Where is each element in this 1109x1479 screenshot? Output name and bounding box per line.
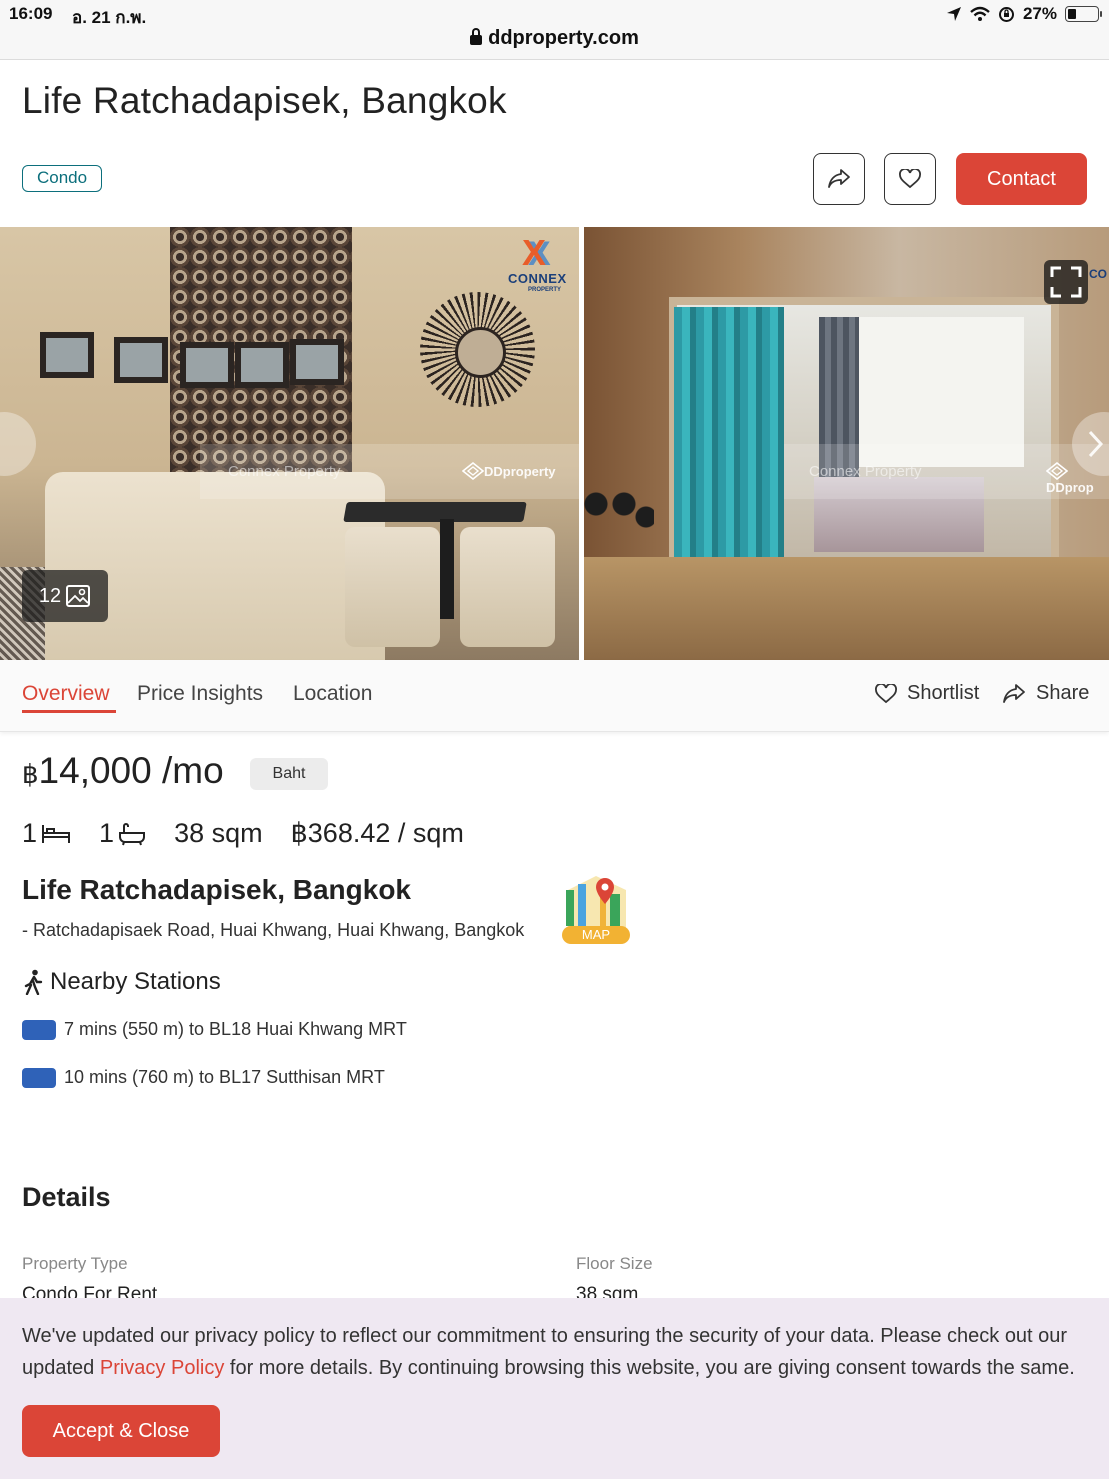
listing-title: Life Ratchadapisek, Bangkok <box>22 874 412 905</box>
ddproperty-logo-icon <box>1045 461 1069 481</box>
contact-button[interactable]: Contact <box>956 153 1087 205</box>
watermark-text: Connex Property <box>809 463 922 480</box>
share-icon <box>1003 683 1025 703</box>
accept-close-button[interactable]: Accept & Close <box>22 1405 220 1457</box>
photo-gallery[interactable]: X X CONNEX PROPERTY Connex Property DDpr… <box>0 227 1109 660</box>
bath-icon <box>119 822 146 845</box>
wall-mirror <box>180 342 234 388</box>
share-tab-button[interactable]: Share <box>1002 682 1089 705</box>
watermark-text: Connex Property <box>228 463 341 480</box>
active-tab-indicator <box>22 710 116 713</box>
property-type-tag: Condo <box>22 165 103 192</box>
page-title: Life Ratchadapisek, Bangkok <box>22 80 507 121</box>
heart-icon <box>875 683 897 703</box>
wall-mirror <box>114 337 168 383</box>
rotation-lock-icon <box>998 6 1014 22</box>
currency-symbol: ฿ <box>22 759 39 789</box>
privacy-banner: We've updated our privacy policy to refl… <box>0 1298 1109 1479</box>
tab-overview[interactable]: Overview <box>22 682 110 706</box>
shortlist-button[interactable]: Shortlist <box>875 682 979 705</box>
bed-icon <box>42 824 71 843</box>
share-label: Share <box>1036 682 1090 704</box>
price-value: 14,000 /mo <box>38 750 224 791</box>
ddproperty-logo-icon <box>461 461 485 481</box>
nearby-stations-title: Nearby Stations <box>22 968 221 996</box>
wall-mirror <box>290 339 344 385</box>
mrt-line-badge <box>22 1067 56 1088</box>
prev-photo-arrow[interactable] <box>0 412 36 476</box>
details-title: Details <box>22 1182 111 1212</box>
wine-glasses <box>584 492 654 552</box>
privacy-text: We've updated our privacy policy to refl… <box>22 1325 1075 1379</box>
dining-table <box>343 502 527 522</box>
floor-area: 38 sqm <box>174 818 263 848</box>
share-button[interactable] <box>813 153 865 205</box>
wall-mirror <box>40 332 94 378</box>
sofa <box>45 472 385 660</box>
table-leg <box>440 519 454 619</box>
listing-address: - Ratchadapisaek Road, Huai Khwang, Huai… <box>22 920 525 940</box>
walking-icon <box>24 969 43 995</box>
fullscreen-button[interactable] <box>1044 260 1088 304</box>
favorite-button[interactable] <box>884 153 936 205</box>
listing-price: ฿14,000 /mo <box>22 750 224 792</box>
tab-price-insights[interactable]: Price Insights <box>137 682 263 706</box>
shortlist-label: Shortlist <box>907 682 980 704</box>
photo-bedroom-view[interactable]: Connex Property DDprop CO <box>584 227 1109 660</box>
station-item: 7 mins (550 m) to BL18 Huai Khwang MRT <box>22 1019 407 1040</box>
battery-level <box>1068 9 1076 19</box>
bedroom-count: 1 <box>22 818 71 849</box>
station-item: 10 mins (760 m) to BL17 Sutthisan MRT <box>22 1067 385 1088</box>
wall-mirror <box>235 342 289 388</box>
lock-icon <box>470 28 483 45</box>
heart-icon <box>899 169 921 189</box>
listing-specs: 1 1 38 sqm ฿368.42 / sqm <box>22 818 492 849</box>
bathroom-count: 1 <box>99 818 146 849</box>
price-per-sqm: ฿368.42 / sqm <box>290 818 464 848</box>
chair <box>460 527 555 647</box>
logo-text-partial: CO <box>1089 267 1107 281</box>
battery-percent: 27% <box>1022 4 1057 23</box>
logo-subtext: PROPERTY <box>528 287 562 293</box>
share-icon <box>828 169 850 188</box>
chair <box>345 527 440 647</box>
location-arrow-icon <box>946 7 961 21</box>
status-bar: 16:09 อ. 21 ก.พ. 27% ddproperty.com <box>0 0 1109 60</box>
photo-count: 12 <box>38 584 62 607</box>
chevron-right-icon <box>1088 430 1104 458</box>
map-button[interactable]: MAP <box>562 870 632 944</box>
photo-count-badge[interactable]: 12 <box>22 570 108 622</box>
section-tabs: Overview Price Insights Location Shortli… <box>0 660 1109 732</box>
expand-icon <box>1050 266 1082 298</box>
detail-label-floor-size: Floor Size <box>576 1254 653 1273</box>
privacy-policy-link[interactable]: Privacy Policy <box>100 1357 224 1379</box>
url-text: ddproperty.com <box>488 27 639 49</box>
battery-icon <box>1065 6 1102 22</box>
gallery-icon <box>66 585 91 607</box>
currency-badge: Baht <box>250 758 328 790</box>
wifi-icon <box>970 6 990 21</box>
mrt-line-badge <box>22 1019 56 1040</box>
map-label: MAP <box>581 927 611 942</box>
detail-label-property-type: Property Type <box>22 1254 128 1273</box>
tab-location[interactable]: Location <box>293 682 372 706</box>
connex-logo: X X CONNEX PROPERTY <box>508 232 567 294</box>
watermark-brand: DDproperty <box>461 461 556 481</box>
sunburst-clock <box>420 292 535 407</box>
status-time: 16:09 <box>9 4 53 23</box>
floor <box>584 557 1109 660</box>
logo-text: CONNEX <box>508 271 567 286</box>
status-indicators: 27% <box>946 4 1102 24</box>
url-bar[interactable]: ddproperty.com <box>0 27 1109 50</box>
